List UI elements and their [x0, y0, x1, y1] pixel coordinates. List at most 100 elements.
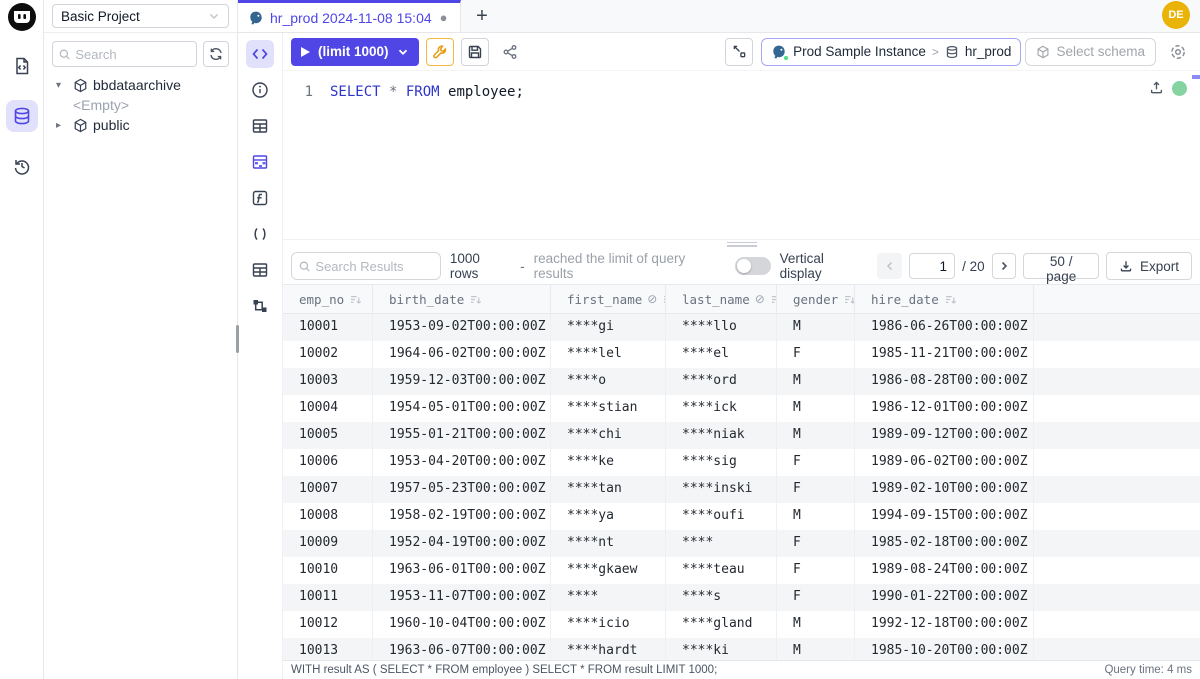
table-cell[interactable]: 1989-09-12T00:00:00Z: [855, 422, 1034, 449]
table-cell[interactable]: F: [777, 449, 855, 476]
table-cell[interactable]: 1957-05-23T00:00:00Z: [373, 476, 551, 503]
database-panel-icon[interactable]: [6, 100, 38, 132]
user-avatar[interactable]: DE: [1162, 1, 1190, 29]
table-cell[interactable]: 1985-02-18T00:00:00Z: [855, 530, 1034, 557]
table-cell[interactable]: F: [777, 557, 855, 584]
procedures-icon[interactable]: [246, 220, 274, 248]
table-cell[interactable]: M: [777, 638, 855, 660]
table-cell[interactable]: F: [777, 530, 855, 557]
share-icon[interactable]: [496, 38, 524, 66]
table-row[interactable]: 100091952-04-19T00:00:00Z****nt****F1985…: [283, 530, 1200, 557]
sidebar-resize-handle[interactable]: [236, 325, 239, 353]
column-header-hire_date[interactable]: hire_date: [855, 285, 1034, 313]
table-cell[interactable]: 10004: [283, 395, 373, 422]
table-cell[interactable]: ****lel: [551, 341, 666, 368]
table-cell[interactable]: 1953-11-07T00:00:00Z: [373, 584, 551, 611]
table-cell[interactable]: ****: [551, 584, 666, 611]
table-cell[interactable]: 1959-12-03T00:00:00Z: [373, 368, 551, 395]
table-cell[interactable]: ****niak: [666, 422, 777, 449]
table-cell[interactable]: F: [777, 341, 855, 368]
table-cell[interactable]: 1986-12-01T00:00:00Z: [855, 395, 1034, 422]
vertical-display-toggle[interactable]: [735, 257, 771, 275]
table-row[interactable]: 100081958-02-19T00:00:00Z****ya****oufiM…: [283, 503, 1200, 530]
page-size-select[interactable]: 50 / page: [1023, 253, 1099, 279]
table-row[interactable]: 100021964-06-02T00:00:00Z****lel****elF1…: [283, 341, 1200, 368]
table-cell[interactable]: ****ord: [666, 368, 777, 395]
column-header-first_name[interactable]: first_name⊘: [551, 285, 666, 313]
table-row[interactable]: 100061953-04-20T00:00:00Z****ke****sigF1…: [283, 449, 1200, 476]
table-cell[interactable]: M: [777, 368, 855, 395]
table-cell[interactable]: 1989-06-02T00:00:00Z: [855, 449, 1034, 476]
table-cell[interactable]: ****sig: [666, 449, 777, 476]
table-cell[interactable]: 10013: [283, 638, 373, 660]
table-cell[interactable]: 10010: [283, 557, 373, 584]
table-cell[interactable]: 10008: [283, 503, 373, 530]
tables-icon[interactable]: [246, 112, 274, 140]
table-row[interactable]: 100011953-09-02T00:00:00Z****gi****lloM1…: [283, 314, 1200, 341]
table-cell[interactable]: ****oufi: [666, 503, 777, 530]
table-cell[interactable]: 1986-08-28T00:00:00Z: [855, 368, 1034, 395]
table-cell[interactable]: ****ke: [551, 449, 666, 476]
table-cell[interactable]: 1954-05-01T00:00:00Z: [373, 395, 551, 422]
table-cell[interactable]: F: [777, 476, 855, 503]
chevron-down-icon[interactable]: [397, 46, 409, 58]
column-header-gender[interactable]: gender: [777, 285, 855, 313]
column-header-emp_no[interactable]: emp_no: [283, 285, 373, 313]
table-cell[interactable]: M: [777, 395, 855, 422]
upload-sql-icon[interactable]: [1149, 80, 1164, 95]
schema-select[interactable]: Select schema: [1025, 38, 1156, 66]
table-cell[interactable]: ****teau: [666, 557, 777, 584]
functions-icon[interactable]: [246, 184, 274, 212]
tree-node-public[interactable]: ▸ public: [48, 115, 233, 135]
table-cell[interactable]: ****s: [666, 584, 777, 611]
table-cell[interactable]: 1963-06-01T00:00:00Z: [373, 557, 551, 584]
table-cell[interactable]: M: [777, 503, 855, 530]
tab-hr-prod[interactable]: hr_prod 2024-11-08 15:04 ●: [238, 0, 461, 32]
table-cell[interactable]: 10009: [283, 530, 373, 557]
table-cell[interactable]: ****gi: [551, 314, 666, 341]
column-header-birth_date[interactable]: birth_date: [373, 285, 551, 313]
table-cell[interactable]: 10006: [283, 449, 373, 476]
table-cell[interactable]: ****ya: [551, 503, 666, 530]
er-diagram-icon[interactable]: [246, 292, 274, 320]
table-cell[interactable]: 1994-09-15T00:00:00Z: [855, 503, 1034, 530]
compare-schema-icon[interactable]: [725, 38, 753, 66]
table-cell[interactable]: F: [777, 584, 855, 611]
tree-expand-caret[interactable]: ▸: [56, 120, 68, 131]
table-cell[interactable]: ****ick: [666, 395, 777, 422]
views-icon[interactable]: [246, 256, 274, 284]
table-cell[interactable]: ****stian: [551, 395, 666, 422]
table-cell[interactable]: ****o: [551, 368, 666, 395]
info-icon[interactable]: [246, 76, 274, 104]
table-cell[interactable]: 1964-06-02T00:00:00Z: [373, 341, 551, 368]
table-cell[interactable]: ****tan: [551, 476, 666, 503]
table-row[interactable]: 100111953-11-07T00:00:00Z********sF1990-…: [283, 584, 1200, 611]
table-cell[interactable]: 1992-12-18T00:00:00Z: [855, 611, 1034, 638]
table-cell[interactable]: 10011: [283, 584, 373, 611]
table-cell[interactable]: 1989-02-10T00:00:00Z: [855, 476, 1034, 503]
table-cell[interactable]: ****ki: [666, 638, 777, 660]
table-cell[interactable]: ****el: [666, 341, 777, 368]
save-icon[interactable]: [461, 38, 489, 66]
table-cell[interactable]: 1953-09-02T00:00:00Z: [373, 314, 551, 341]
column-header-last_name[interactable]: last_name⊘: [666, 285, 777, 313]
table-cell[interactable]: ****gkaew: [551, 557, 666, 584]
table-cell[interactable]: 10003: [283, 368, 373, 395]
page-number-input[interactable]: [909, 253, 955, 279]
table-cell[interactable]: 1958-02-19T00:00:00Z: [373, 503, 551, 530]
table-row[interactable]: 100031959-12-03T00:00:00Z****o****ordM19…: [283, 368, 1200, 395]
table-cell[interactable]: ****llo: [666, 314, 777, 341]
table-cell[interactable]: 1960-10-04T00:00:00Z: [373, 611, 551, 638]
table-cell[interactable]: ****chi: [551, 422, 666, 449]
table-cell[interactable]: ****: [666, 530, 777, 557]
table-cell[interactable]: ****hardt: [551, 638, 666, 660]
instance-database-select[interactable]: Prod Sample Instance > hr_prod: [761, 38, 1021, 66]
table-row[interactable]: 100041954-05-01T00:00:00Z****stian****ic…: [283, 395, 1200, 422]
table-cell[interactable]: 1955-01-21T00:00:00Z: [373, 422, 551, 449]
tree-search-input[interactable]: [75, 47, 190, 62]
app-logo[interactable]: [7, 2, 37, 32]
table-row[interactable]: 100071957-05-23T00:00:00Z****tan****insk…: [283, 476, 1200, 503]
table-cell[interactable]: M: [777, 314, 855, 341]
table-row[interactable]: 100131963-06-07T00:00:00Z****hardt****ki…: [283, 638, 1200, 660]
table-cell[interactable]: 10005: [283, 422, 373, 449]
